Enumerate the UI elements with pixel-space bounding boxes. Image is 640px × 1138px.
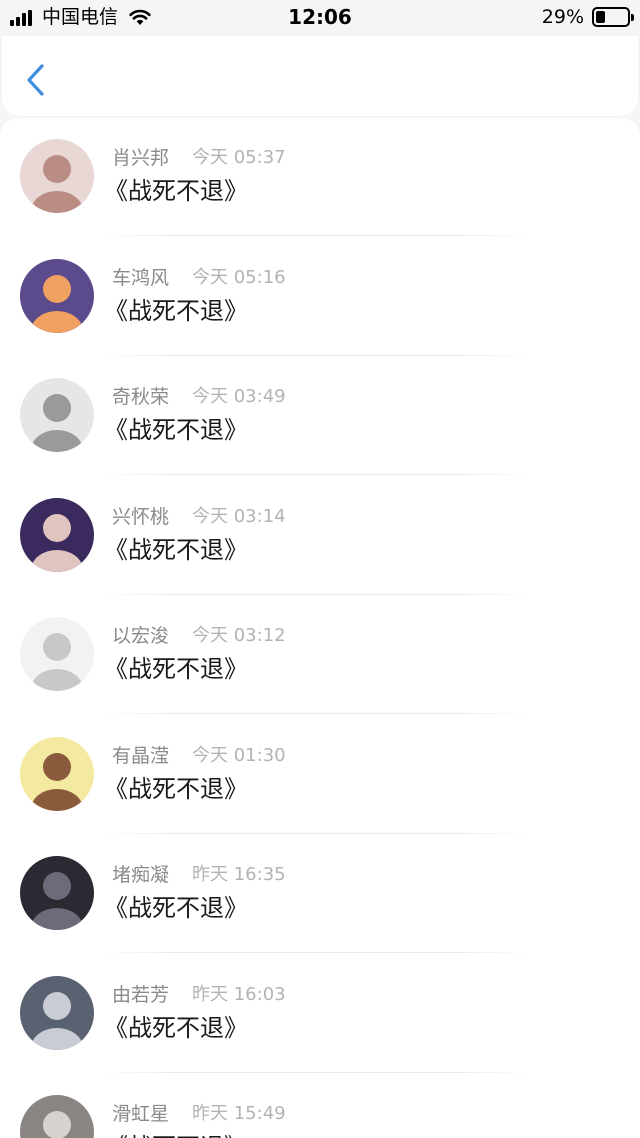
message-time: 昨天 15:49 (192, 1103, 286, 1124)
divider (100, 354, 530, 356)
list-item[interactable]: 有晶滢 今天 01:30 《战死不退》 (0, 716, 640, 836)
message-text: 《战死不退》 (104, 416, 248, 444)
divider (100, 713, 530, 714)
avatar[interactable] (20, 856, 94, 930)
avatar[interactable] (20, 617, 94, 691)
message-text: 《战死不退》 (104, 894, 248, 922)
list-item[interactable]: 奇秋荣 今天 03:49 《战死不退》 (0, 357, 640, 477)
message-time: 今天 03:49 (192, 386, 286, 407)
message-time: 昨天 16:03 (192, 983, 286, 1005)
message-text: 《战死不退》 (104, 177, 248, 205)
message-text: 《战死不退》 (104, 1013, 248, 1042)
sender-name: 堵痴凝 (112, 864, 170, 886)
status-bar: 中国电信 12:06 29% (0, 0, 640, 36)
message-time: 昨天 16:35 (192, 864, 286, 885)
message-time: 今天 05:16 (192, 266, 286, 288)
sender-name: 滑虹星 (112, 1103, 170, 1125)
avatar[interactable] (20, 378, 94, 452)
divider (100, 1071, 530, 1073)
list-item[interactable]: 堵痴凝 昨天 16:35 《战死不退》 (0, 835, 640, 955)
avatar[interactable] (20, 1095, 94, 1138)
divider (100, 235, 530, 236)
sender-name: 以宏浚 (112, 625, 170, 647)
avatar[interactable] (20, 497, 94, 572)
divider (100, 474, 530, 475)
message-text: 《战死不退》 (104, 655, 248, 683)
message-time: 今天 01:30 (192, 744, 286, 766)
list-item[interactable]: 肖兴邦 今天 05:37 《战死不退》 (0, 118, 640, 238)
divider (100, 832, 530, 834)
sender-name: 由若芳 (112, 983, 170, 1006)
divider (100, 952, 530, 953)
avatar[interactable] (20, 736, 94, 811)
message-time: 今天 03:12 (192, 625, 286, 646)
divider (100, 593, 530, 595)
list-item[interactable]: 兴怀桃 今天 03:14 《战死不退》 (0, 477, 640, 597)
sender-name: 车鸿风 (112, 266, 170, 289)
avatar[interactable] (20, 258, 94, 333)
message-text: 《战死不退》 (104, 1132, 248, 1138)
message-time: 今天 05:37 (192, 147, 286, 168)
message-text: 《战死不退》 (104, 774, 248, 803)
sender-name: 肖兴邦 (112, 147, 170, 169)
status-right: 29% (541, 6, 634, 28)
message-text: 《战死不退》 (104, 535, 248, 564)
message-text: 《战死不退》 (104, 296, 248, 325)
sender-name: 兴怀桃 (112, 505, 170, 528)
list-item[interactable]: 以宏浚 今天 03:12 《战死不退》 (0, 596, 640, 716)
list-item[interactable]: 由若芳 昨天 16:03 《战死不退》 (0, 955, 640, 1075)
message-list: 肖兴邦 今天 05:37 《战死不退》 车鸿风 今天 05:16 《战死不退》 奇秋荣 今天 … (0, 118, 640, 1138)
sender-name: 有晶滢 (112, 744, 170, 767)
list-item[interactable]: 车鸿风 今天 05:16 《战死不退》 (0, 238, 640, 358)
sender-name: 奇秋荣 (112, 386, 170, 408)
avatar[interactable] (20, 975, 94, 1050)
battery-percent: 29% (541, 6, 584, 28)
battery-icon (592, 7, 634, 27)
list-item[interactable]: 滑虹星 昨天 15:49 《战死不退》 (0, 1074, 640, 1138)
avatar[interactable] (20, 139, 94, 213)
message-time: 今天 03:14 (192, 505, 286, 527)
chevron-left-icon[interactable] (20, 62, 50, 98)
nav-header (2, 36, 638, 116)
